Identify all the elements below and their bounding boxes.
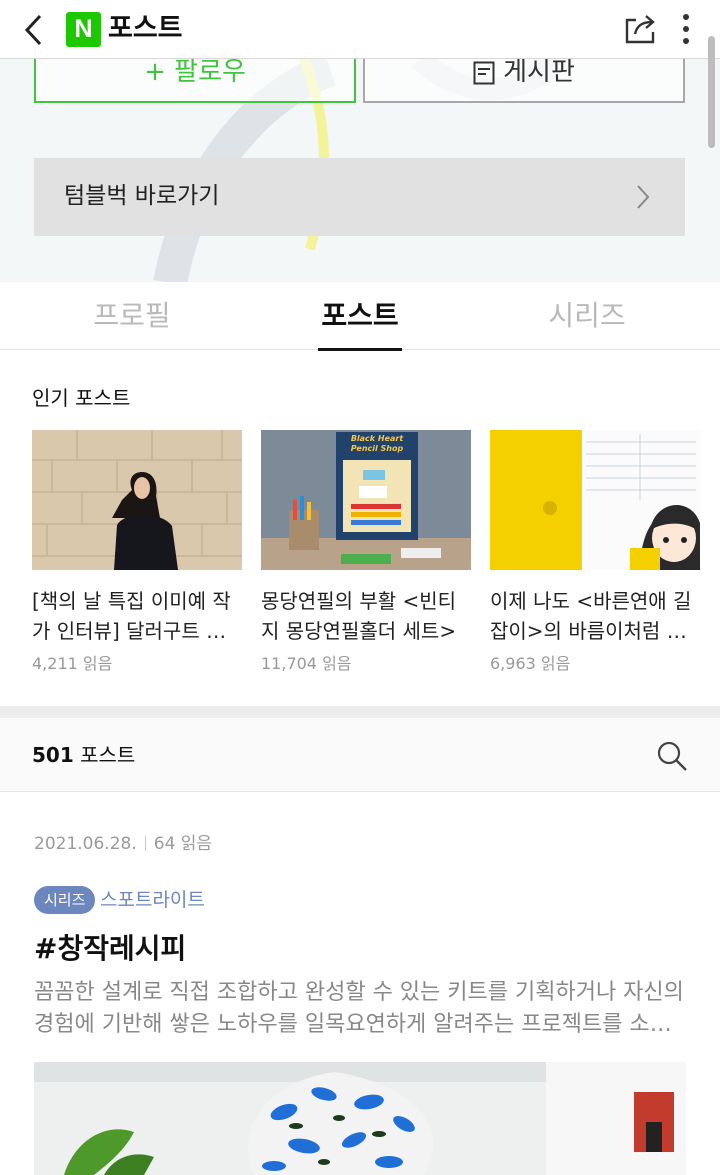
active-tab-indicator bbox=[318, 348, 402, 351]
app-bar: N 포스트 bbox=[0, 0, 720, 58]
tab-bar: 프로필 포스트 시리즈 bbox=[0, 282, 720, 351]
popular-post-reads: 11,704 읽음 bbox=[261, 654, 352, 673]
tab-series[interactable]: 시리즈 bbox=[527, 296, 647, 336]
chevron-right-icon bbox=[637, 185, 650, 209]
popular-post-thumbnail bbox=[32, 430, 242, 570]
post-count-label: 포스트 bbox=[73, 743, 136, 767]
app-title: 포스트 bbox=[108, 13, 183, 44]
post-description[interactable]: 꼼꼼한 설계로 직접 조합하고 완성할 수 있는 키트를 기획하거나 자신의 경… bbox=[34, 977, 686, 1041]
tumblbug-label: 텀블벅 바로가기 bbox=[64, 183, 220, 209]
popular-post-title: 이제 나도 <바른연애 길잡이>의 바름이처럼 다이어리 꾸미기 bbox=[490, 589, 692, 643]
post-reads: 64 읽음 bbox=[153, 834, 213, 854]
popular-post-reads: 4,211 읽음 bbox=[32, 654, 113, 673]
board-label: 게시판 bbox=[503, 58, 575, 87]
tab-posts[interactable]: 포스트 bbox=[300, 296, 420, 336]
naver-logo[interactable]: N bbox=[66, 12, 101, 47]
share-icon[interactable] bbox=[622, 12, 658, 46]
tab-profile[interactable]: 프로필 bbox=[72, 296, 192, 336]
popular-post-thumbnail bbox=[490, 430, 700, 570]
popular-post-thumbnail: Black Heart Pencil Shop bbox=[261, 430, 471, 570]
post-date: 2021.06.28. bbox=[34, 834, 137, 854]
post-meta: 2021.06.28. 64 읽음 bbox=[34, 831, 212, 857]
post-list-header: 501 포스트 bbox=[0, 718, 720, 792]
profile-hero: + 팔로우 게시판 텀블벅 바로가기 bbox=[0, 58, 720, 282]
popular-posts-heading: 인기 포스트 bbox=[32, 386, 131, 410]
more-vertical-icon[interactable] bbox=[676, 12, 696, 46]
post-title[interactable]: #창작레시피 bbox=[34, 929, 186, 969]
popular-post-card[interactable]: Black Heart Pencil Shop 몽당연필의 부활 <빈티지 몽당… bbox=[261, 430, 471, 676]
popular-post-reads: 6,963 읽음 bbox=[490, 654, 571, 673]
pencil-shop-sign: Black Heart Pencil Shop bbox=[350, 434, 404, 453]
post-thumbnail[interactable] bbox=[34, 1062, 686, 1175]
search-icon[interactable] bbox=[656, 740, 688, 772]
popular-post-card[interactable]: [책의 날 특집 이미예 작가 인터뷰] 달러구트 꿈 백화점 4,211 읽음 bbox=[32, 430, 242, 676]
scrollbar[interactable] bbox=[708, 36, 715, 148]
board-icon bbox=[473, 61, 495, 84]
series-name-link[interactable]: 스포트라이트 bbox=[100, 885, 205, 915]
section-divider bbox=[0, 706, 720, 718]
series-badge: 시리즈 bbox=[34, 886, 96, 914]
board-button[interactable]: 게시판 bbox=[363, 58, 685, 103]
chevron-left-icon[interactable] bbox=[18, 10, 52, 50]
tumblbug-link[interactable]: 텀블벅 바로가기 bbox=[34, 158, 685, 236]
popular-post-title: [책의 날 특집 이미예 작가 인터뷰] 달러구트 꿈 백화점 bbox=[32, 589, 231, 643]
popular-post-title: 몽당연필의 부활 <빈티지 몽당연필홀더 세트> bbox=[261, 589, 457, 643]
meta-separator bbox=[144, 836, 146, 851]
post-count-number: 501 bbox=[32, 743, 74, 767]
popular-post-card[interactable]: 이제 나도 <바른연애 길잡이>의 바름이처럼 다이어리 꾸미기 6,963 읽… bbox=[490, 430, 700, 676]
follow-button[interactable]: + 팔로우 bbox=[34, 59, 356, 103]
post-count: 501 포스트 bbox=[32, 740, 135, 770]
